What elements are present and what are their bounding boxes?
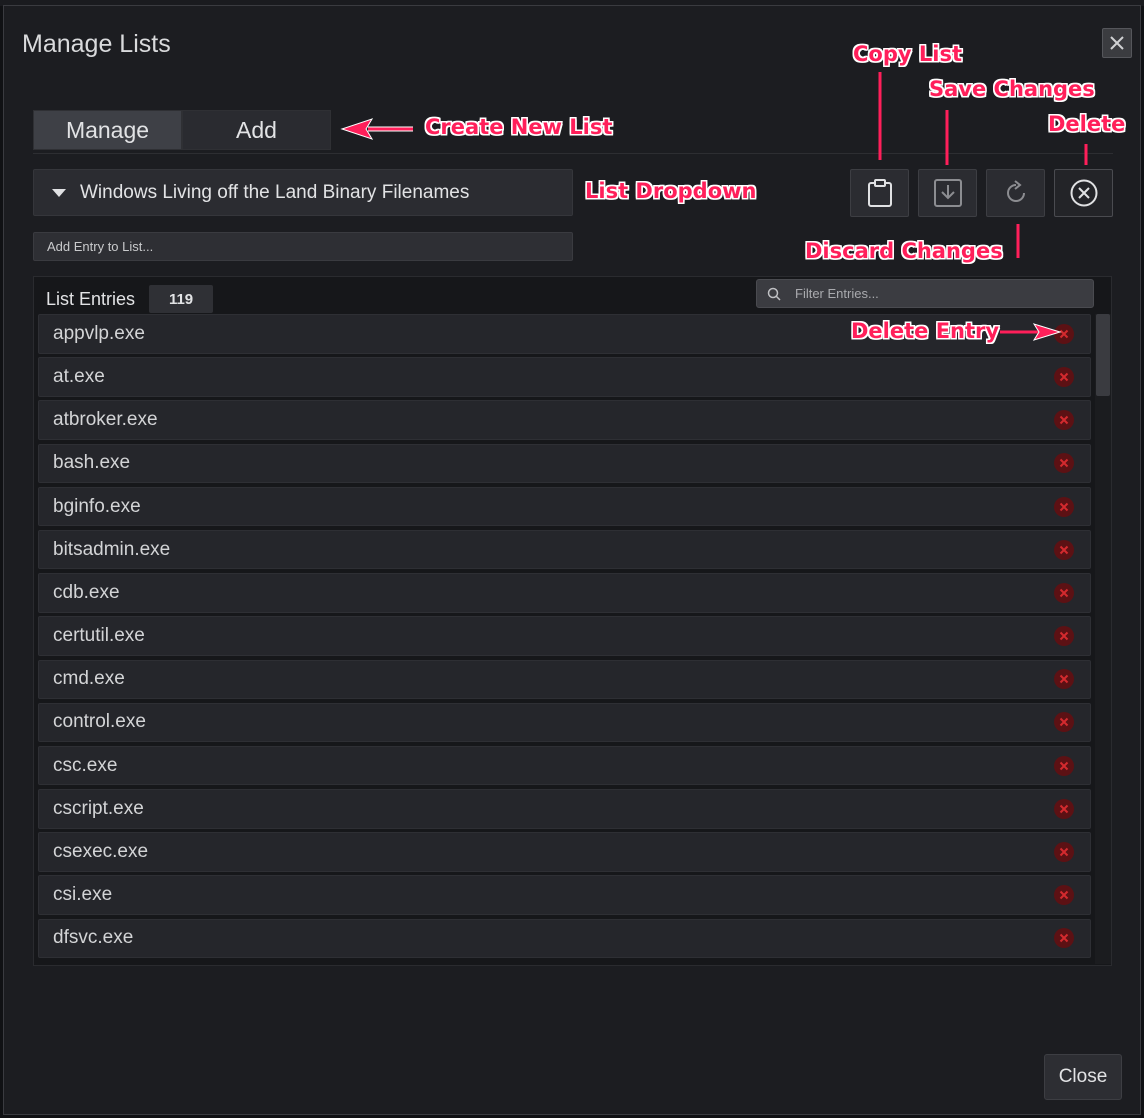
entry-name: csexec.exe bbox=[53, 841, 149, 862]
delete-entry-icon[interactable] bbox=[1054, 755, 1074, 776]
tab-add[interactable]: Add bbox=[182, 110, 331, 150]
delete-entry-icon[interactable] bbox=[1054, 626, 1074, 647]
delete-entry-icon[interactable] bbox=[1054, 410, 1074, 431]
circle-x-icon bbox=[1070, 179, 1097, 207]
save-changes-button[interactable] bbox=[918, 169, 977, 217]
list-item[interactable]: atbroker.exe bbox=[38, 400, 1091, 440]
delete-entry-icon[interactable] bbox=[1054, 366, 1074, 387]
entry-name: atbroker.exe bbox=[53, 409, 158, 431]
list-item[interactable]: csexec.exe bbox=[38, 832, 1091, 872]
delete-entry-icon[interactable] bbox=[1054, 323, 1074, 344]
tab-manage[interactable]: Manage bbox=[33, 110, 182, 150]
filter-entries-input[interactable]: Filter Entries... bbox=[756, 279, 1094, 308]
divider bbox=[33, 153, 1113, 154]
entry-name: csc.exe bbox=[53, 754, 118, 776]
list-dropdown[interactable]: Windows Living off the Land Binary Filen… bbox=[33, 169, 573, 216]
entry-name: certutil.exe bbox=[53, 625, 145, 647]
clipboard-icon bbox=[867, 179, 892, 207]
annotation-save-changes: Save Changes bbox=[929, 77, 1095, 101]
list-item[interactable]: bash.exe bbox=[38, 443, 1091, 484]
delete-list-button[interactable] bbox=[1054, 169, 1113, 217]
list-item[interactable]: bitsadmin.exe bbox=[38, 529, 1091, 570]
entry-name: bitsadmin.exe bbox=[53, 538, 171, 560]
list-item[interactable]: cdb.exe bbox=[38, 573, 1091, 613]
list-item[interactable]: control.exe bbox=[38, 702, 1091, 743]
list-item[interactable]: at.exe bbox=[38, 357, 1091, 397]
annotation-discard-changes: Discard Changes bbox=[805, 239, 1003, 263]
delete-entry-icon[interactable] bbox=[1054, 842, 1074, 862]
list-entries-header: List Entries 119 bbox=[46, 285, 214, 313]
entry-name: bash.exe bbox=[53, 452, 131, 474]
annotation-list-dropdown: List Dropdown bbox=[585, 179, 757, 203]
copy-list-button[interactable] bbox=[850, 169, 909, 217]
entry-name: control.exe bbox=[53, 711, 146, 733]
close-button[interactable]: Close bbox=[1044, 1054, 1122, 1100]
delete-entry-icon[interactable] bbox=[1054, 712, 1074, 733]
delete-entry-icon[interactable] bbox=[1054, 885, 1074, 906]
list-item[interactable]: csi.exe bbox=[38, 875, 1091, 915]
entry-name: bginfo.exe bbox=[53, 495, 141, 517]
dialog-title: Manage Lists bbox=[22, 30, 171, 58]
entry-count-badge: 119 bbox=[149, 285, 214, 313]
delete-entry-icon[interactable] bbox=[1054, 582, 1074, 603]
search-icon bbox=[767, 287, 781, 301]
close-icon bbox=[1110, 36, 1124, 50]
entry-name: dfsvc.exe bbox=[53, 927, 134, 949]
delete-entry-icon[interactable] bbox=[1054, 453, 1074, 474]
close-dialog-button[interactable] bbox=[1102, 28, 1132, 58]
scrollbar-thumb[interactable] bbox=[1096, 314, 1110, 396]
delete-entry-icon[interactable] bbox=[1054, 928, 1074, 949]
mode-tabs: Manage Add bbox=[33, 110, 331, 150]
list-item[interactable]: cmd.exe bbox=[38, 659, 1091, 699]
caret-down-icon bbox=[52, 188, 66, 197]
delete-entry-icon[interactable] bbox=[1054, 669, 1074, 690]
entry-name: cscript.exe bbox=[53, 797, 144, 819]
add-entry-input[interactable]: Add Entry to List... bbox=[33, 232, 573, 261]
scrollbar[interactable] bbox=[1095, 314, 1111, 964]
manage-lists-dialog: Manage Lists Manage Add Windows Living o… bbox=[3, 5, 1141, 1115]
list-dropdown-value: Windows Living off the Land Binary Filen… bbox=[80, 181, 470, 203]
list-item[interactable]: dfsvc.exe bbox=[38, 918, 1091, 959]
save-download-icon bbox=[933, 179, 962, 207]
annotation-delete: Delete bbox=[1048, 112, 1126, 136]
annotation-delete-entry: Delete Entry bbox=[851, 319, 1000, 343]
annotation-copy-list: Copy List bbox=[853, 42, 962, 66]
entry-name: appvlp.exe bbox=[53, 322, 145, 344]
entry-name: csi.exe bbox=[53, 884, 113, 906]
list-item[interactable]: bginfo.exe bbox=[38, 486, 1091, 527]
entry-list: appvlp.exe at.exe atbroker.exe bash.exe bgin… bbox=[38, 314, 1091, 964]
list-item[interactable]: cscript.exe bbox=[38, 789, 1091, 829]
delete-entry-icon[interactable] bbox=[1054, 496, 1074, 517]
delete-entry-icon[interactable] bbox=[1054, 539, 1074, 560]
discard-changes-button[interactable] bbox=[986, 169, 1045, 217]
filter-placeholder: Filter Entries... bbox=[795, 286, 879, 301]
list-item[interactable]: csc.exe bbox=[38, 745, 1091, 786]
delete-entry-icon[interactable] bbox=[1054, 798, 1074, 819]
annotation-create-new-list: Create New List bbox=[425, 115, 613, 139]
entry-name: cdb.exe bbox=[53, 581, 120, 603]
entry-name: cmd.exe bbox=[53, 668, 125, 690]
list-item[interactable]: certutil.exe bbox=[38, 616, 1091, 656]
refresh-icon bbox=[1006, 180, 1025, 202]
list-entries-panel: List Entries 119 Filter Entries... appvl… bbox=[33, 276, 1112, 966]
entry-name: at.exe bbox=[53, 365, 105, 387]
list-entries-label: List Entries bbox=[46, 288, 136, 309]
